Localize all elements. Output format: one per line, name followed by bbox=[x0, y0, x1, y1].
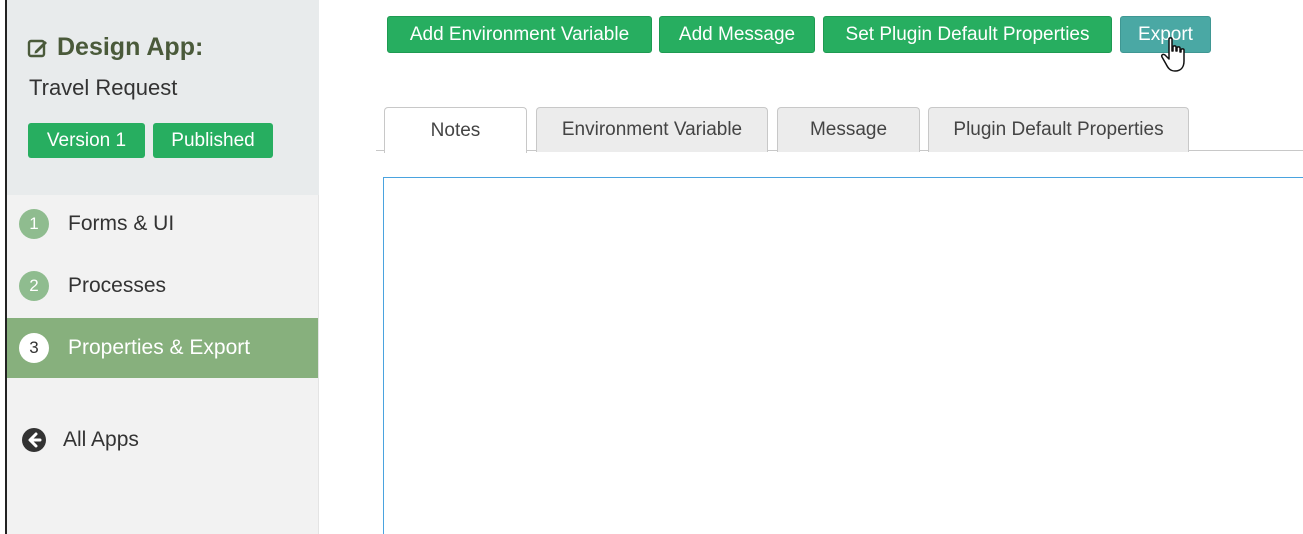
tab-plugin-default-properties[interactable]: Plugin Default Properties bbox=[928, 107, 1189, 152]
edit-icon bbox=[27, 39, 47, 57]
nav-item-processes[interactable]: 2 Processes bbox=[7, 256, 318, 316]
hand-cursor-icon bbox=[1161, 37, 1185, 72]
nav-item-all-apps[interactable]: All Apps bbox=[7, 410, 318, 470]
nav-item-properties-export[interactable]: 3 Properties & Export bbox=[7, 318, 318, 378]
tab-message[interactable]: Message bbox=[777, 107, 920, 152]
window-frame-left bbox=[0, 0, 7, 534]
nav-item-label: Forms & UI bbox=[68, 212, 175, 235]
set-plugin-default-properties-button[interactable]: Set Plugin Default Properties bbox=[823, 16, 1112, 53]
tab-environment-variable[interactable]: Environment Variable bbox=[536, 107, 768, 152]
add-message-button[interactable]: Add Message bbox=[659, 16, 815, 53]
app-name: Travel Request bbox=[29, 75, 178, 100]
app-title: Design App: bbox=[27, 33, 203, 62]
notes-textarea[interactable] bbox=[383, 177, 1303, 534]
sidebar: Design App: Travel Request Version 1 Pub… bbox=[7, 0, 319, 534]
nav-item-label: Processes bbox=[68, 274, 167, 297]
step-number: 2 bbox=[19, 271, 49, 301]
nav-item-label: Properties & Export bbox=[68, 336, 251, 359]
step-number: 3 bbox=[19, 333, 49, 363]
app-title-text: Design App: bbox=[57, 33, 204, 61]
sidebar-header: Design App: Travel Request Version 1 Pub… bbox=[7, 0, 319, 195]
nav-item-forms-ui[interactable]: 1 Forms & UI bbox=[7, 194, 318, 254]
tab-notes[interactable]: Notes bbox=[384, 107, 527, 153]
arrow-circle-left-icon bbox=[22, 428, 46, 452]
version-badge[interactable]: Version 1 bbox=[28, 123, 145, 158]
published-badge[interactable]: Published bbox=[153, 123, 273, 158]
add-environment-variable-button[interactable]: Add Environment Variable bbox=[387, 16, 652, 53]
nav-item-label: All Apps bbox=[63, 428, 139, 451]
step-number: 1 bbox=[19, 209, 49, 239]
